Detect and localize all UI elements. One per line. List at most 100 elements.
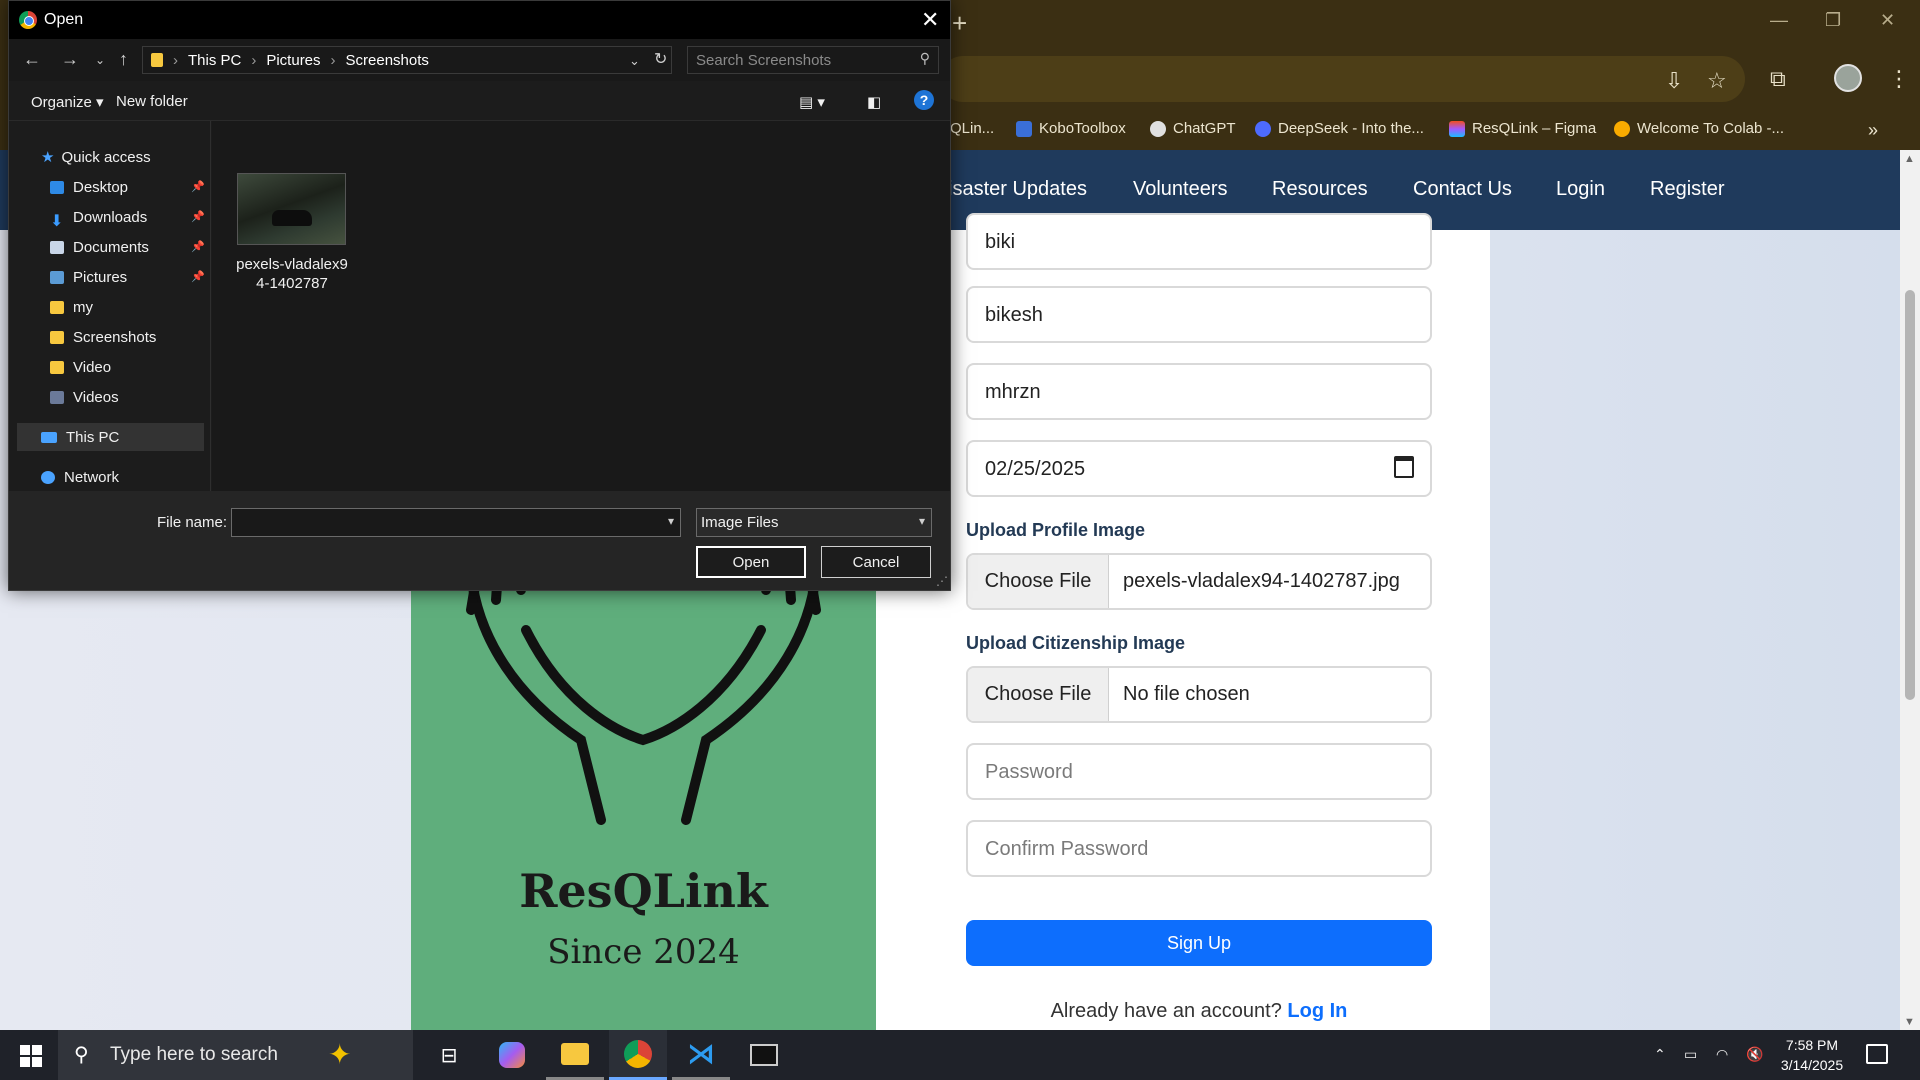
bookmark-item[interactable]: ResQLink – Figma [1449, 120, 1596, 137]
scroll-down-icon[interactable]: ▼ [1904, 1016, 1915, 1028]
address-dropdown-icon[interactable]: ⌄ [629, 53, 640, 69]
nav-resources[interactable]: Resources [1272, 178, 1368, 201]
tree-item-quick-access[interactable]: ★ Quick access [41, 143, 236, 171]
bookmark-item[interactable]: KoboToolbox [1016, 120, 1126, 137]
organize-menu[interactable]: Organize ▾ [31, 93, 104, 111]
chevron-down-icon[interactable]: ▾ [668, 514, 674, 528]
change-view-icon[interactable]: ▤ ▾ [799, 93, 825, 111]
videos-icon [50, 390, 64, 404]
scroll-thumb[interactable] [1905, 290, 1915, 700]
page-scrollbar[interactable]: ▲ ▼ [1900, 150, 1920, 1030]
login-prompt: Already have an account? Log In [966, 1000, 1432, 1023]
taskbar-search[interactable]: ⚲ Type here to search ✦ [58, 1030, 413, 1080]
address-bar[interactable]: ⇩ ☆ [940, 56, 1745, 102]
date-field[interactable]: 02/25/2025 [966, 440, 1432, 497]
tree-item-this-pc[interactable]: This PC [17, 423, 204, 451]
profile-avatar[interactable] [1834, 64, 1862, 92]
chosen-file-name: pexels-vladalex94-1402787.jpg [1123, 570, 1400, 592]
wifi-icon[interactable]: ◠ [1716, 1046, 1728, 1063]
nav-login[interactable]: Login [1556, 178, 1605, 201]
file-name-label: File name: [157, 514, 228, 531]
username-field[interactable]: biki [966, 213, 1432, 270]
refresh-icon[interactable]: ↻ [654, 49, 667, 69]
sign-up-button[interactable]: Sign Up [966, 920, 1432, 966]
extensions-icon[interactable]: ⧉ [1770, 66, 1786, 92]
breadcrumb[interactable]: › This PC › Pictures › Screenshots [142, 46, 672, 74]
password-field[interactable]: Password [966, 743, 1432, 800]
date-value: 02/25/2025 [985, 458, 1086, 480]
windows-start-icon[interactable] [20, 1045, 42, 1067]
new-tab-icon[interactable]: + [952, 8, 967, 39]
help-icon[interactable]: ? [914, 90, 934, 110]
nav-disaster-updates[interactable]: isaster Updates [948, 178, 1087, 201]
file-type-select[interactable]: Image Files ▾ [696, 508, 932, 537]
file-explorer-icon[interactable] [546, 1030, 604, 1080]
up-arrow-icon[interactable]: ↑ [119, 49, 128, 70]
car-icon [272, 210, 312, 226]
breadcrumb-item[interactable]: Pictures [266, 52, 320, 69]
close-window-icon[interactable]: ✕ [1880, 10, 1895, 31]
bookmark-item[interactable]: Welcome To Colab -... [1614, 120, 1784, 137]
first-name-field[interactable]: bikesh [966, 286, 1432, 343]
citizenship-image-label: Upload Citizenship Image [966, 633, 1186, 653]
search-icon: ⚲ [919, 50, 930, 66]
system-clock[interactable]: 7:58 PM 3/14/2025 [1772, 1035, 1852, 1075]
log-in-link[interactable]: Log In [1287, 1000, 1347, 1022]
nav-register[interactable]: Register [1650, 178, 1724, 201]
nav-contact-us[interactable]: Contact Us [1413, 178, 1512, 201]
vscode-icon[interactable]: ⋊ [672, 1030, 730, 1080]
scroll-up-icon[interactable]: ▲ [1904, 153, 1915, 165]
show-hidden-icons-icon[interactable]: ⌃ [1654, 1046, 1666, 1063]
file-item-label[interactable]: pexels-vladalex9 4-1402787 [228, 255, 356, 293]
last-name-field[interactable]: mhrzn [966, 363, 1432, 420]
task-view-icon[interactable]: ⊟ [420, 1030, 478, 1080]
new-folder-button[interactable]: New folder [116, 93, 188, 110]
minimize-icon[interactable]: — [1770, 10, 1788, 31]
volume-muted-icon[interactable]: 🔇 [1746, 1046, 1763, 1063]
bookmark-star-icon[interactable]: ☆ [1707, 68, 1727, 94]
confirm-password-field[interactable]: Confirm Password [966, 820, 1432, 877]
folder-icon [50, 360, 64, 374]
breadcrumb-item[interactable]: This PC [188, 52, 241, 69]
profile-image-input[interactable]: Choose File pexels-vladalex94-1402787.jp… [966, 553, 1432, 610]
pin-icon[interactable]: 📌 [191, 210, 205, 223]
terminal-icon[interactable] [735, 1030, 793, 1080]
preview-pane-icon[interactable]: ◧ [867, 93, 881, 111]
more-bookmarks-icon[interactable]: » [1868, 120, 1878, 141]
image-thumbnail[interactable] [237, 173, 346, 245]
resize-grip-icon[interactable]: ⋰ [936, 574, 948, 588]
breadcrumb-item[interactable]: Screenshots [346, 52, 429, 69]
bookmark-item[interactable]: QLin... [950, 120, 994, 137]
calendar-icon[interactable] [1394, 456, 1414, 478]
restore-icon[interactable]: ❐ [1825, 10, 1841, 31]
chevron-down-icon[interactable]: ▾ [919, 514, 925, 528]
battery-icon[interactable]: ▭ [1684, 1046, 1697, 1063]
choose-file-button[interactable]: Choose File [968, 668, 1109, 721]
bookmark-item[interactable]: ChatGPT [1150, 120, 1236, 137]
close-icon[interactable]: ✕ [921, 7, 939, 33]
taskbar: ⚲ Type here to search ✦ ⊟ ⋊ ⌃ ▭ ◠ 🔇 7:58… [0, 1030, 1920, 1080]
file-name-input[interactable]: ▾ [231, 508, 681, 537]
cancel-button[interactable]: Cancel [821, 546, 931, 578]
open-file-dialog: Open ✕ ← → ⌄ ↑ › This PC › Pictures › Sc… [8, 0, 951, 591]
choose-file-button[interactable]: Choose File [968, 555, 1109, 608]
copilot-icon[interactable] [483, 1030, 541, 1080]
tree-item-network[interactable]: Network [41, 463, 236, 491]
bookmark-item[interactable]: DeepSeek - Into the... [1255, 120, 1424, 137]
pin-icon[interactable]: 📌 [191, 240, 205, 253]
menu-kebab-icon[interactable]: ⋮ [1888, 66, 1910, 92]
nav-volunteers[interactable]: Volunteers [1133, 178, 1228, 201]
pin-icon[interactable]: 📌 [191, 180, 205, 193]
notification-icon[interactable] [1866, 1044, 1888, 1064]
recent-locations-icon[interactable]: ⌄ [95, 53, 105, 67]
file-list: pexels-vladalex9 4-1402787 [212, 121, 950, 491]
open-button[interactable]: Open [696, 546, 806, 578]
dialog-search-input[interactable]: Search Screenshots ⚲ [687, 46, 939, 74]
star-icon: ★ [41, 149, 55, 166]
back-arrow-icon[interactable]: ← [23, 49, 41, 70]
chrome-icon[interactable] [609, 1030, 667, 1080]
forward-arrow-icon[interactable]: → [61, 49, 79, 70]
pin-icon[interactable]: 📌 [191, 270, 205, 283]
citizenship-image-input[interactable]: Choose File No file chosen [966, 666, 1432, 723]
install-app-icon[interactable]: ⇩ [1665, 68, 1683, 94]
